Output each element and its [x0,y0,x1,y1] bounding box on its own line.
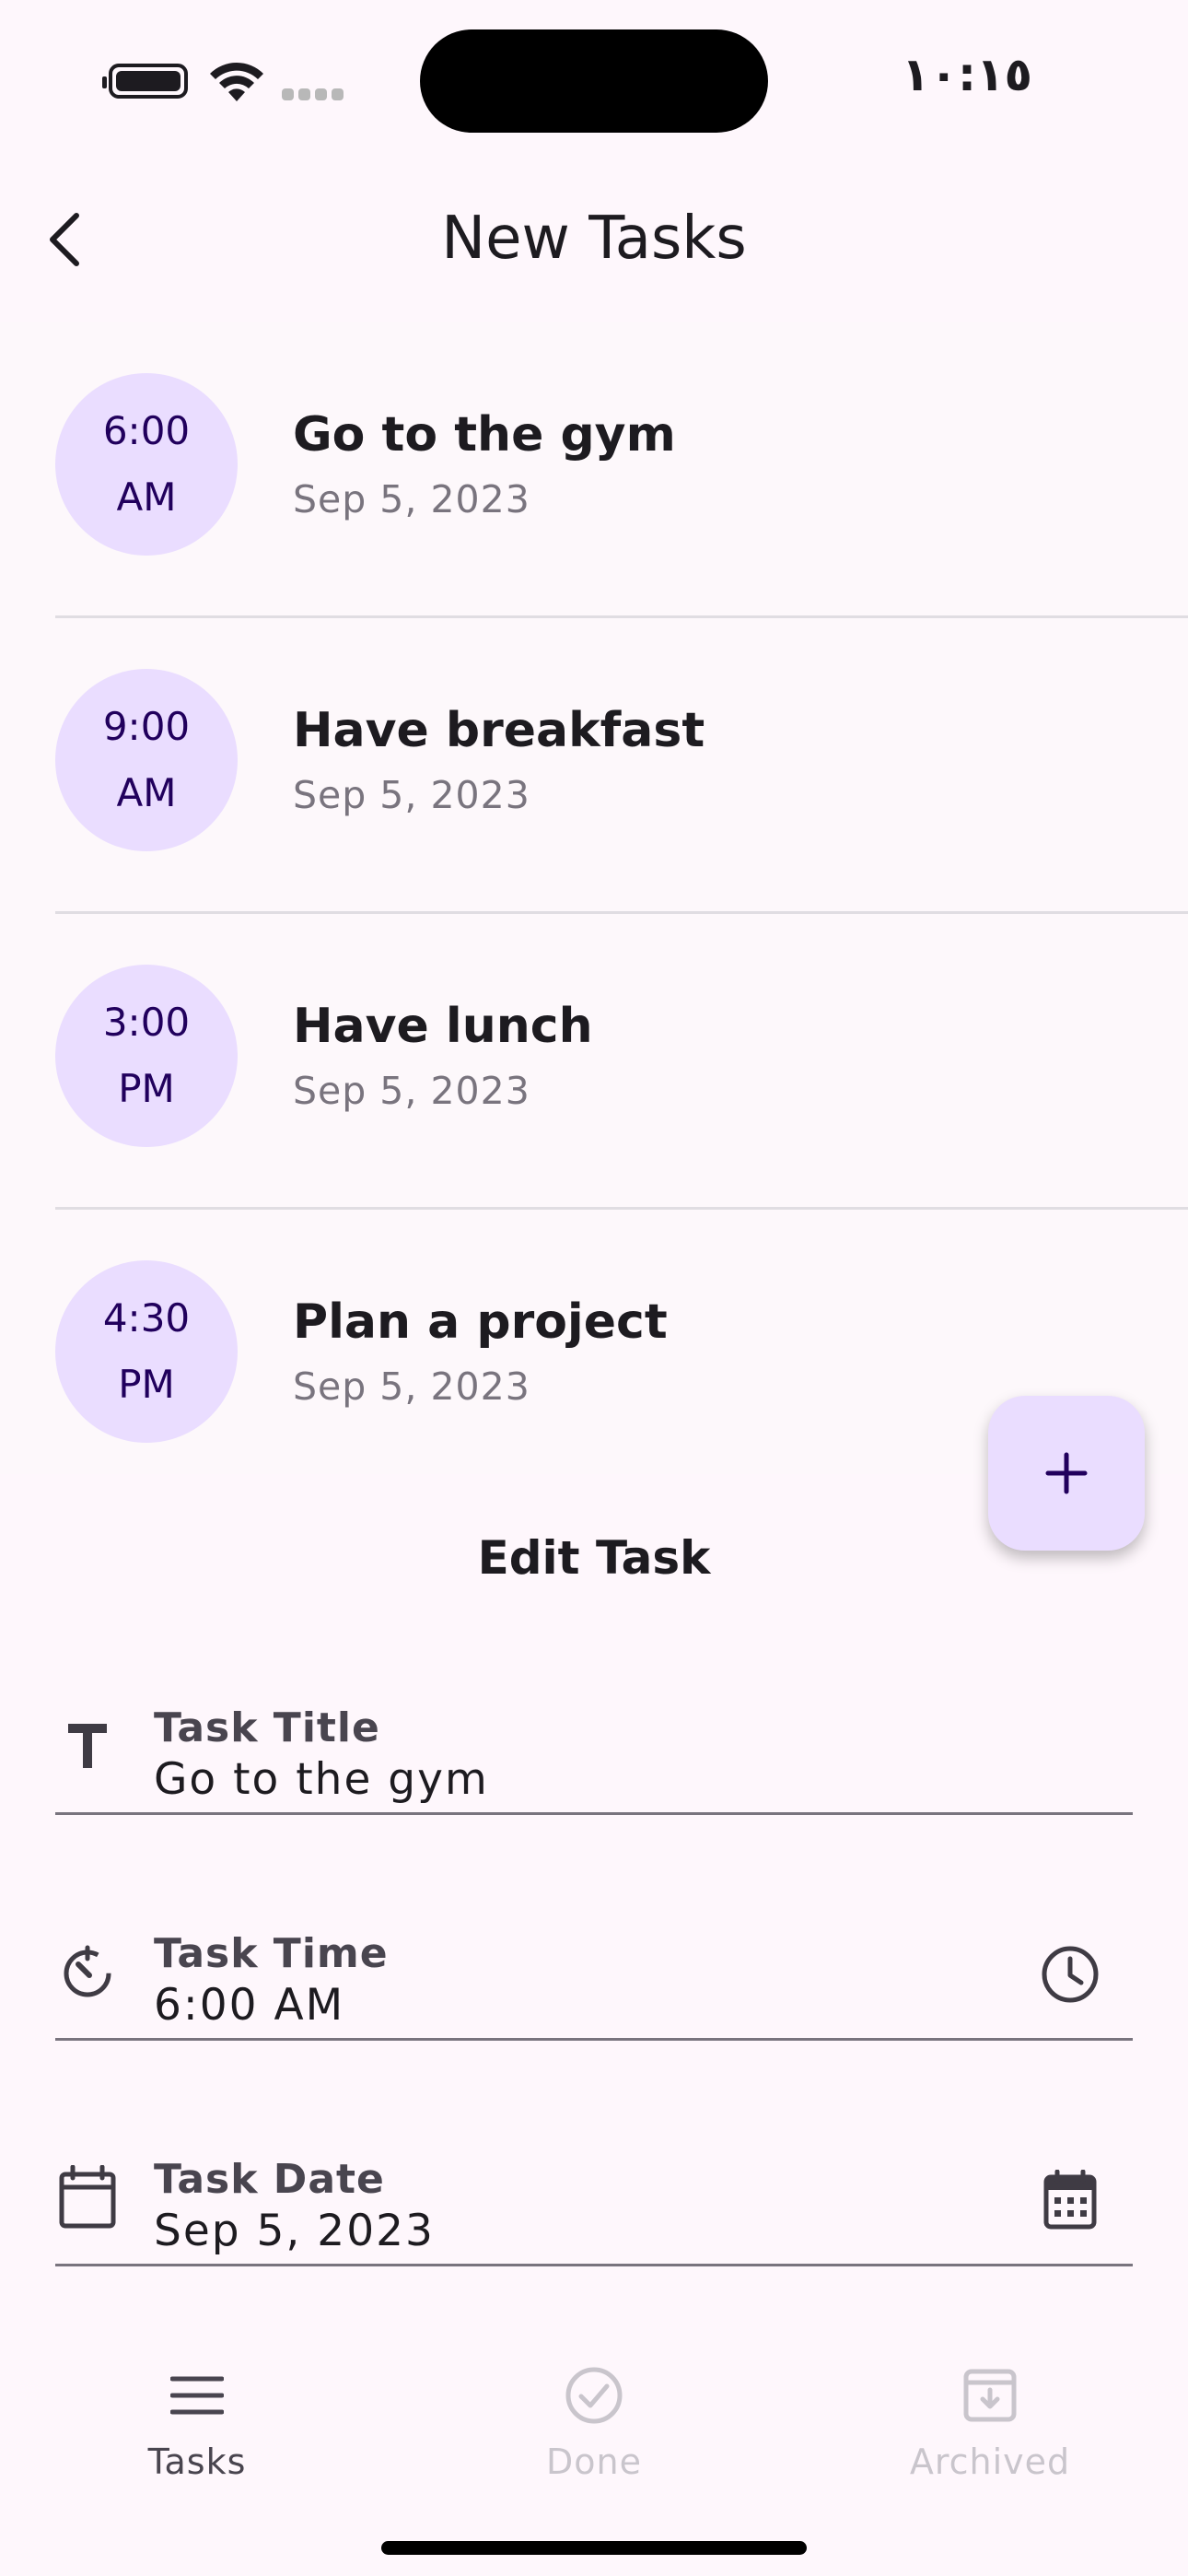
field-value: 6:00 AM [154,1980,345,2031]
nav-item-done[interactable]: Done [456,2349,732,2524]
check-circle-icon [557,2359,631,2432]
nav-label: Done [546,2441,642,2482]
list-item[interactable]: 3:00 PM Have lunch Sep 5, 2023 [0,914,1188,1210]
wifi-icon [210,62,263,101]
list-item[interactable]: 9:00 AM Have breakfast Sep 5, 2023 [0,618,1188,914]
task-date: Sep 5, 2023 [293,773,530,817]
calendar-icon [55,2165,120,2230]
edit-task-sheet: Edit Task Task Title Go to the gym Task … [0,1474,1188,2322]
task-time-value: 6:00 [102,408,191,453]
field-value: Sep 5, 2023 [154,2206,435,2256]
bottom-navigation: Tasks Done Archived [0,2322,1188,2576]
task-date: Sep 5, 2023 [293,477,530,521]
field-label: Task Time [154,1930,389,1977]
menu-icon [160,2359,234,2432]
task-time-avatar: 6:00 AM [55,373,238,556]
task-title: Have breakfast [293,703,705,758]
task-time-avatar: 3:00 PM [55,965,238,1147]
status-time: ١٠:١٥ [901,48,1033,101]
task-title: Have lunch [293,999,593,1054]
plus-icon [1045,1452,1088,1494]
timer-icon [55,1939,120,2004]
task-title-field[interactable]: Task Title Go to the gym [55,1631,1133,1815]
task-time-value: 3:00 [102,1000,191,1045]
archive-icon [953,2359,1027,2432]
nav-label: Archived [909,2441,1071,2482]
task-time-period: PM [118,1066,175,1111]
cellular-signal-icon [282,87,348,104]
nav-item-tasks[interactable]: Tasks [59,2349,335,2524]
add-task-button[interactable] [988,1396,1145,1551]
app-bar: New Tasks [0,175,1188,304]
status-bar: ١٠:١٥ [0,0,1188,138]
home-indicator[interactable] [381,2541,807,2555]
task-time-period: PM [118,1362,175,1407]
clock-icon[interactable] [1035,1939,1105,2009]
task-time-field[interactable]: Task Time 6:00 AM [55,1856,1133,2041]
field-value: Go to the gym [154,1754,489,1805]
task-date: Sep 5, 2023 [293,1364,530,1409]
task-title: Go to the gym [293,407,676,463]
task-title: Plan a project [293,1294,668,1350]
field-label: Task Date [154,2156,385,2203]
task-date-field[interactable]: Task Date Sep 5, 2023 [55,2082,1133,2266]
calendar-month-icon[interactable] [1035,2165,1105,2235]
task-list: 6:00 AM Go to the gym Sep 5, 2023 9:00 A… [0,322,1188,1474]
page-title: New Tasks [441,205,747,273]
task-time-period: AM [116,770,177,815]
task-date: Sep 5, 2023 [293,1069,530,1113]
task-time-avatar: 9:00 AM [55,669,238,851]
app-screen: ١٠:١٥ New Tasks 6:00 AM Go to the gym Se… [0,0,1188,2576]
task-time-avatar: 4:30 PM [55,1260,238,1443]
nav-item-archived[interactable]: Archived [852,2349,1128,2524]
task-time-period: AM [116,474,177,520]
dynamic-island [420,29,768,133]
text-format-icon [55,1714,120,1778]
field-label: Task Title [154,1704,380,1751]
task-time-value: 9:00 [102,704,191,749]
task-time-value: 4:30 [102,1295,191,1341]
nav-label: Tasks [147,2441,247,2482]
list-item[interactable]: 6:00 AM Go to the gym Sep 5, 2023 [0,322,1188,618]
battery-icon [102,64,188,99]
